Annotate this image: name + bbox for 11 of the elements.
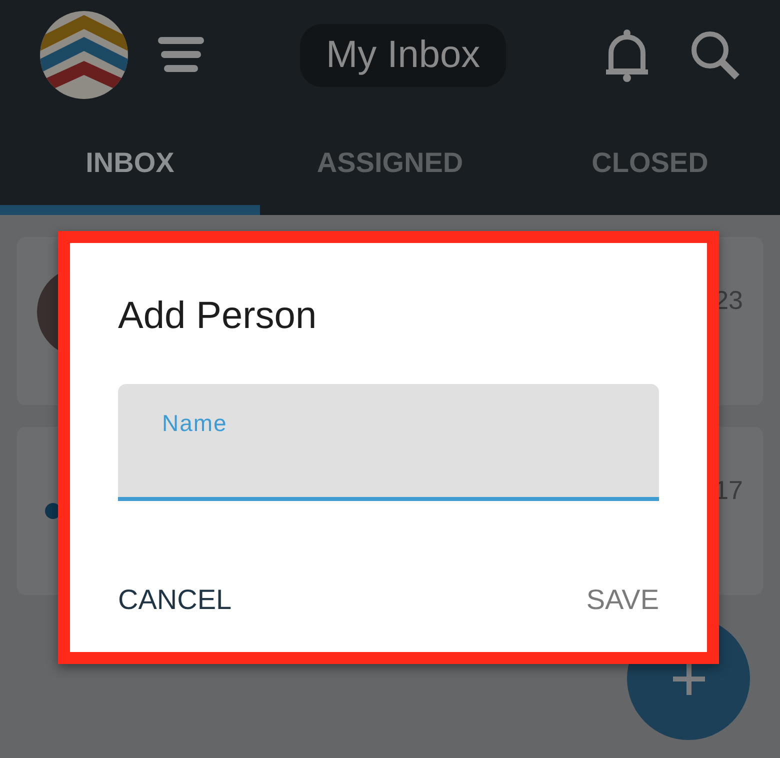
tab[interactable]: ASSIGNED [260,110,520,215]
dialog-title: Add Person [118,295,318,338]
cancel-button[interactable]: CANCEL [118,584,232,616]
plus-icon [672,662,704,694]
tab[interactable]: CLOSED [520,110,780,215]
bell-icon[interactable] [604,27,650,83]
search-icon[interactable] [690,30,740,80]
tab[interactable]: INBOX [0,110,260,215]
page-title: My Inbox [300,24,506,86]
name-field[interactable]: Name [118,384,659,501]
menu-icon[interactable] [158,37,204,73]
